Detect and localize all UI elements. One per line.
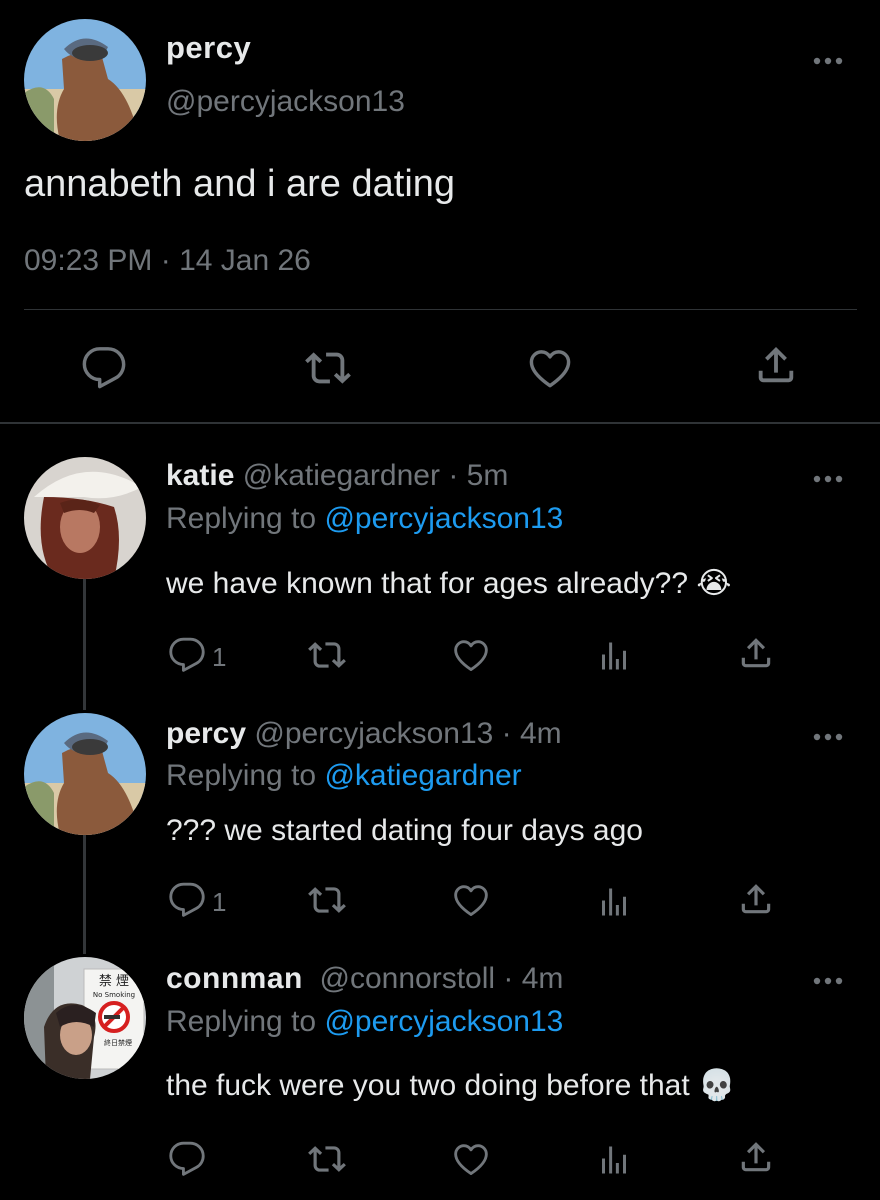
more-options-icon[interactable] (812, 473, 844, 487)
thread-line (83, 574, 86, 710)
reply-time[interactable]: · 4m (502, 717, 562, 750)
reply-text-row: we have known that for ages already?? 😭 (166, 566, 731, 601)
views-icon[interactable] (596, 638, 632, 674)
thread-line (83, 832, 86, 954)
share-icon[interactable] (753, 342, 799, 388)
reply-display-name[interactable]: katie (166, 459, 234, 492)
reply-icon[interactable] (168, 881, 206, 919)
author-handle[interactable]: @percyjackson13 (166, 85, 405, 119)
replying-to: Replying to @percyjackson13 (166, 1005, 563, 1039)
reply-text: ??? we started dating four days ago (166, 814, 643, 847)
reply-icon[interactable] (81, 345, 127, 391)
avatar-percy[interactable] (24, 713, 146, 835)
reply-icon[interactable] (168, 636, 206, 674)
like-icon[interactable] (452, 881, 490, 919)
reply-text: the fuck were you two doing before that (166, 1069, 690, 1102)
replying-to-link[interactable]: @katiegardner (324, 759, 521, 792)
views-icon[interactable] (596, 1142, 632, 1178)
reply-header: katie @katiegardner · 5m (166, 459, 508, 493)
author-display-name[interactable]: percy (166, 30, 251, 66)
replying-to-label: Replying to (166, 759, 317, 792)
reply-header: percy @percyjackson13 · 4m (166, 717, 562, 751)
section-divider (0, 422, 880, 424)
avatar-percy[interactable] (24, 19, 146, 141)
skull-emoji: 💀 (698, 1069, 736, 1102)
no-smoking-sign-sub: No Smoking (93, 991, 135, 999)
no-smoking-sign-top: 禁 煙 (99, 974, 129, 989)
loudly-crying-emoji: 😭 (696, 567, 732, 600)
share-icon[interactable] (737, 1138, 775, 1176)
reply-icon[interactable] (168, 1140, 206, 1178)
more-options-icon[interactable] (812, 975, 844, 989)
reply-count: 1 (212, 887, 227, 917)
replying-to-label: Replying to (166, 502, 317, 535)
avatar-katie[interactable] (24, 457, 146, 579)
retweet-icon[interactable] (305, 345, 351, 391)
replying-to: Replying to @katiegardner (166, 759, 522, 793)
like-icon[interactable] (452, 1140, 490, 1178)
more-options-icon[interactable] (812, 731, 844, 745)
replying-to-link[interactable]: @percyjackson13 (324, 502, 563, 535)
reply-header: connman @connorstoll · 4m (166, 962, 563, 996)
reply-handle[interactable]: @connorstoll (320, 962, 496, 995)
no-smoking-sign-bottom: 終日禁煙 (104, 1038, 132, 1047)
like-icon[interactable] (527, 345, 573, 391)
replying-to: Replying to @percyjackson13 (166, 502, 563, 536)
tweet-timestamp[interactable]: 09:23 PM · 14 Jan 26 (24, 244, 311, 278)
reply-display-name[interactable]: percy (166, 717, 246, 750)
retweet-icon[interactable] (308, 881, 346, 919)
reply-handle[interactable]: @katiegardner (243, 459, 440, 492)
more-options-icon[interactable] (812, 55, 844, 69)
share-icon[interactable] (737, 634, 775, 672)
like-icon[interactable] (452, 636, 490, 674)
reply-time[interactable]: · 4m (503, 962, 563, 995)
reply-text-row: the fuck were you two doing before that … (166, 1068, 735, 1103)
views-icon[interactable] (596, 884, 632, 920)
reply-count: 1 (212, 642, 227, 672)
replying-to-label: Replying to (166, 1005, 317, 1038)
reply-time[interactable]: · 5m (448, 459, 508, 492)
retweet-icon[interactable] (308, 636, 346, 674)
share-icon[interactable] (737, 880, 775, 918)
retweet-icon[interactable] (308, 1140, 346, 1178)
reply-text: we have known that for ages already?? (166, 567, 688, 600)
replying-to-link[interactable]: @percyjackson13 (324, 1005, 563, 1038)
divider (24, 309, 857, 310)
reply-display-name[interactable]: connman (166, 962, 303, 995)
tweet-text: annabeth and i are dating (24, 163, 456, 205)
avatar-connman[interactable]: 禁 煙 No Smoking 終日禁煙 (24, 957, 146, 1079)
reply-handle[interactable]: @percyjackson13 (254, 717, 493, 750)
